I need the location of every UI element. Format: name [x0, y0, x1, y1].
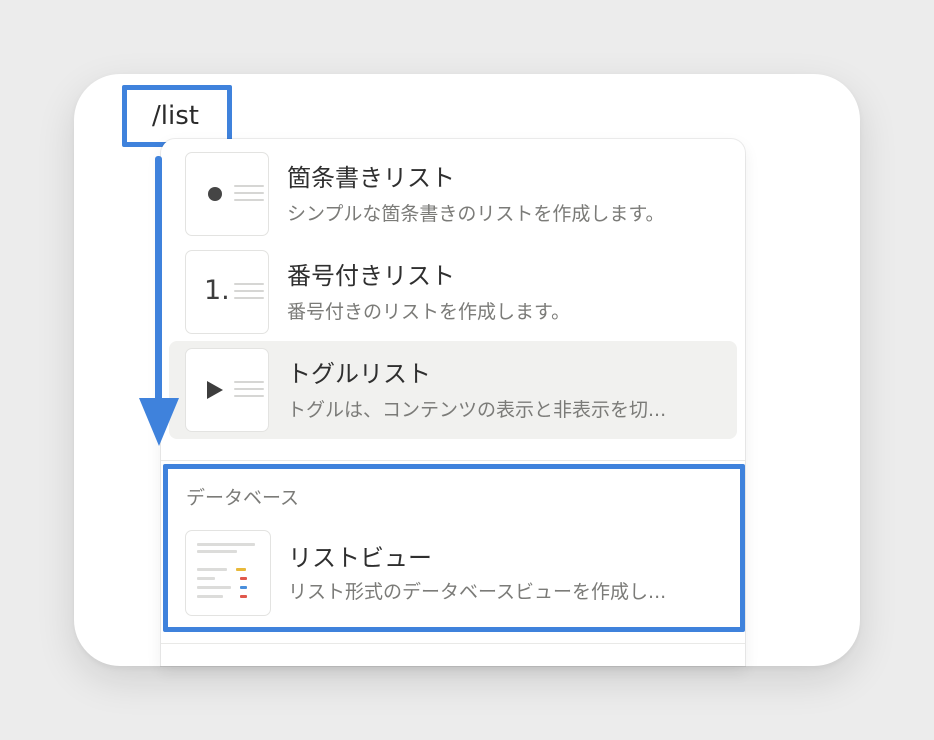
database-highlight-box: [163, 464, 745, 632]
bulleted-list-thumbnail: [185, 152, 269, 236]
numbered-icon: 1.: [204, 275, 230, 306]
screenshot-stage: /list 箇条書きリスト シンプルな箇条書きのリストを作成します。 1. 番号…: [0, 0, 934, 740]
toggle-list-thumbnail: [185, 348, 269, 432]
menu-item-toggle-list[interactable]: トグルリスト トグルは、コンテンツの表示と非表示を切...: [169, 341, 737, 439]
menu-divider: [161, 643, 745, 644]
down-arrow-icon: [139, 398, 179, 446]
menu-item-description: シンプルな箇条書きのリストを作成します。: [287, 203, 665, 225]
menu-item-description: トグルは、コンテンツの表示と非表示を切...: [287, 399, 667, 421]
menu-item-numbered-list[interactable]: 1. 番号付きリスト 番号付きのリストを作成します。: [169, 239, 737, 337]
query-highlight-box: [122, 85, 232, 147]
menu-item-description: 番号付きのリストを作成します。: [287, 301, 571, 323]
bullet-icon: [208, 187, 222, 201]
menu-divider: [161, 460, 745, 461]
toggle-icon: [207, 381, 223, 399]
menu-item-title: 番号付きリスト: [287, 262, 455, 290]
numbered-list-thumbnail: 1.: [185, 250, 269, 334]
text-lines-icon: [234, 283, 264, 304]
menu-item-title: トグルリスト: [287, 360, 431, 388]
text-lines-icon: [234, 185, 264, 206]
menu-item-title: 箇条書きリスト: [287, 164, 455, 192]
text-lines-icon: [234, 381, 264, 402]
menu-item-bulleted-list[interactable]: 箇条書きリスト シンプルな箇条書きのリストを作成します。: [169, 141, 737, 239]
down-arrow-shaft: [155, 156, 162, 412]
